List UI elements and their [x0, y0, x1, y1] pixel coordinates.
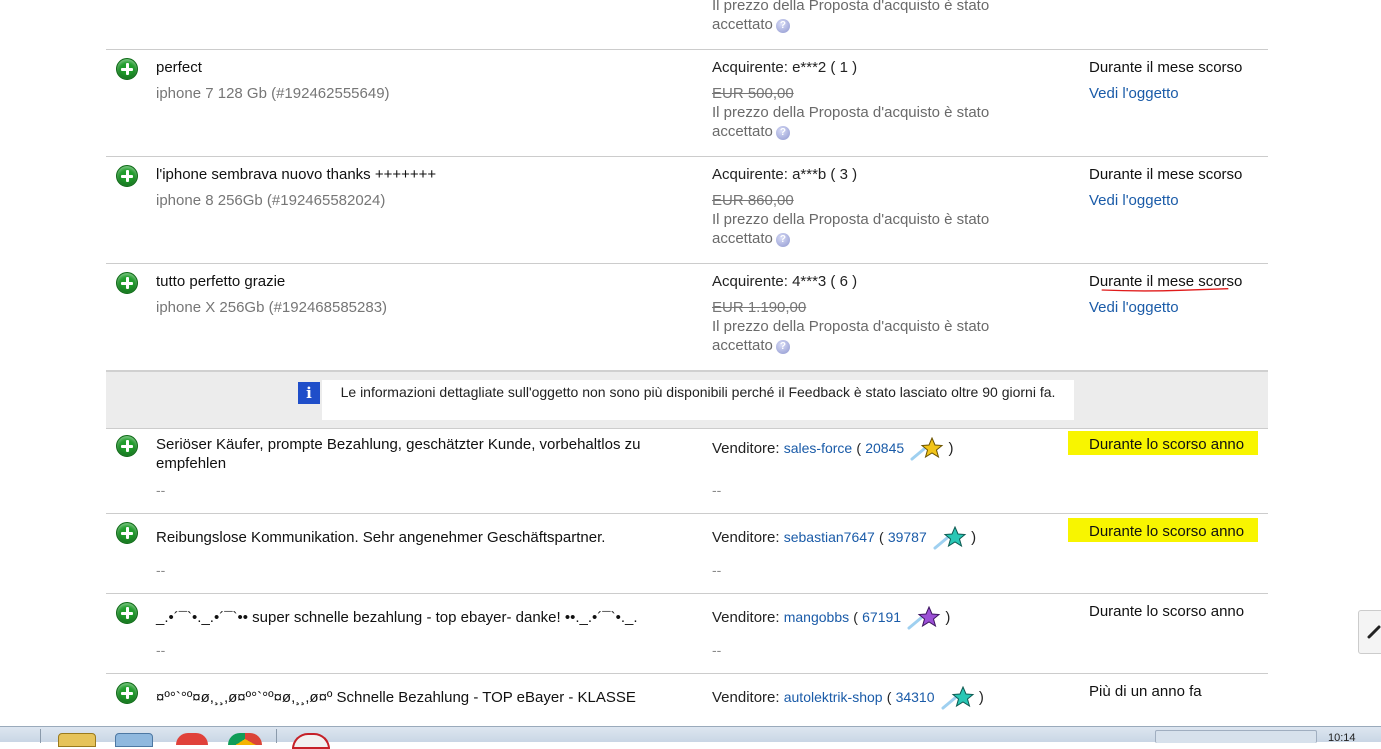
- feedback-time: Durante il mese scorso: [1089, 59, 1243, 76]
- positive-feedback-icon: [116, 435, 138, 457]
- seller-info: Venditore: sebastian7647 ( 39787 ): [712, 526, 1052, 550]
- buyer-info: Acquirente: e***2 ( 1 ): [712, 59, 858, 76]
- price-placeholder: --: [712, 562, 722, 578]
- feedback-time: Durante lo scorso anno: [1089, 603, 1245, 620]
- item-placeholder: --: [156, 562, 166, 578]
- seller-username-link[interactable]: sebastian7647: [784, 529, 875, 545]
- item-title: iphone 7 128 Gb (#192462555649): [156, 85, 390, 102]
- positive-feedback-icon: [116, 682, 138, 704]
- opera-icon[interactable]: [292, 733, 330, 749]
- feedback-row: perfect iphone 7 128 Gb (#192462555649) …: [106, 50, 1268, 157]
- turquoise-shooting-star-icon: [941, 686, 974, 710]
- positive-feedback-icon: [116, 58, 138, 80]
- folder-icon[interactable]: [115, 733, 153, 747]
- feedback-comment: _.•´¯`•._.•´¯`•• super schnelle bezahlun…: [156, 609, 638, 626]
- feedback-row: tutto perfetto grazie iphone X 256Gb (#1…: [106, 264, 1268, 370]
- info-message-box: Le informazioni dettagliate sull'oggetto…: [322, 380, 1074, 420]
- feedback-row: Seriöser Käufer, prompte Bezahlung, gesc…: [106, 427, 1268, 514]
- buyer-id: 4***3 ( 6 ): [792, 273, 858, 290]
- item-placeholder: --: [156, 642, 166, 658]
- item-price: EUR 860,00: [712, 192, 794, 209]
- help-icon[interactable]: ?: [775, 19, 790, 33]
- seller-info: Venditore: mangobbs ( 67191 ): [712, 606, 1052, 630]
- taskbar-clock: 10:14: [1328, 732, 1356, 744]
- positive-feedback-icon: [116, 602, 138, 624]
- item-price: EUR 500,00: [712, 85, 794, 102]
- chrome-icon[interactable]: [228, 733, 262, 745]
- offer-accepted-note: Il prezzo della Proposta d'acquisto è st…: [712, 318, 990, 354]
- feedback-time: Durante lo scorso anno: [1089, 523, 1245, 540]
- buyer-id: e***2 ( 1 ): [792, 59, 858, 76]
- feedback-score-link[interactable]: 20845: [865, 440, 904, 456]
- feedback-time: Durante il mese scorso: [1089, 166, 1243, 183]
- feedback-row-partial: Il prezzo della Proposta d'acquisto è st…: [106, 0, 1268, 50]
- feedback-score-link[interactable]: 67191: [862, 609, 901, 625]
- feedback-time: Più di un anno fa: [1089, 683, 1202, 700]
- view-item-link[interactable]: Vedi l'oggetto: [1089, 84, 1179, 103]
- price-placeholder: --: [712, 482, 722, 498]
- turquoise-shooting-star-icon: [933, 526, 967, 550]
- view-item-link[interactable]: Vedi l'oggetto: [1089, 298, 1179, 317]
- item-title: iphone X 256Gb (#192468585283): [156, 299, 388, 316]
- yellow-shooting-star-icon: [910, 437, 944, 461]
- offer-accepted-note: Il prezzo della Proposta d'acquisto è st…: [712, 104, 990, 140]
- seller-info: Venditore: autolektrik-shop ( 34310 ): [712, 686, 1052, 710]
- file-explorer-icon[interactable]: [58, 733, 96, 747]
- feedback-row: Reibungslose Kommunikation. Sehr angeneh…: [106, 514, 1268, 594]
- feedback-row: ¤º°`°º¤ø,¸¸,ø¤º°`°º¤ø,¸¸,ø¤º Schnelle Be…: [106, 674, 1268, 726]
- info-banner: i Le informazioni dettagliate sull'ogget…: [106, 370, 1268, 429]
- info-message: Le informazioni dettagliate sull'oggetto…: [340, 384, 1056, 400]
- feedback-row: l'iphone sembrava nuovo thanks +++++++ i…: [106, 157, 1268, 264]
- feedback-comment: tutto perfetto grazie: [156, 273, 286, 290]
- offer-accepted-note: Il prezzo della Proposta d'acquisto è st…: [712, 211, 990, 247]
- feedback-comment: l'iphone sembrava nuovo thanks +++++++: [156, 166, 437, 183]
- feedback-row: _.•´¯`•._.•´¯`•• super schnelle bezahlun…: [106, 594, 1268, 674]
- positive-feedback-icon: [116, 272, 138, 294]
- feedback-score-link[interactable]: 34310: [896, 689, 935, 705]
- seller-username-link[interactable]: mangobbs: [784, 609, 849, 625]
- feedback-time: Durante lo scorso anno: [1089, 436, 1245, 453]
- seller-info: Venditore: sales-force ( 20845 ): [712, 437, 1052, 461]
- positive-feedback-icon: [116, 165, 138, 187]
- feedback-comment: Seriöser Käufer, prompte Bezahlung, gesc…: [156, 436, 641, 472]
- purple-shooting-star-icon: [907, 606, 941, 630]
- help-icon[interactable]: ?: [775, 233, 790, 247]
- view-item-link[interactable]: Vedi l'oggetto: [1089, 191, 1179, 210]
- feedback-comment: perfect: [156, 59, 202, 76]
- item-placeholder: --: [156, 482, 166, 498]
- positive-feedback-icon: [116, 522, 138, 544]
- media-player-icon[interactable]: [176, 733, 208, 745]
- offer-accepted-note: Il prezzo della Proposta d'acquisto è st…: [712, 0, 990, 33]
- help-icon[interactable]: ?: [775, 340, 790, 354]
- feedback-comment: Reibungslose Kommunikation. Sehr angeneh…: [156, 529, 606, 546]
- side-feedback-button[interactable]: [1358, 610, 1381, 654]
- help-icon[interactable]: ?: [775, 126, 790, 140]
- buyer-info: Acquirente: 4***3 ( 6 ): [712, 273, 858, 290]
- windows-taskbar: 10:14: [0, 726, 1381, 749]
- red-underline-annotation: [1101, 288, 1229, 292]
- buyer-id: a***b ( 3 ): [792, 166, 858, 183]
- arrow-icon: [1367, 625, 1381, 639]
- feedback-score-link[interactable]: 39787: [888, 529, 927, 545]
- info-icon: i: [298, 382, 320, 404]
- price-placeholder: --: [712, 642, 722, 658]
- buyer-info: Acquirente: a***b ( 3 ): [712, 166, 858, 183]
- seller-username-link[interactable]: sales-force: [784, 440, 852, 456]
- item-price: EUR 1.190,00: [712, 299, 807, 316]
- feedback-comment: ¤º°`°º¤ø,¸¸,ø¤º°`°º¤ø,¸¸,ø¤º Schnelle Be…: [156, 689, 636, 706]
- item-title: iphone 8 256Gb (#192465582024): [156, 192, 386, 209]
- seller-username-link[interactable]: autolektrik-shop: [784, 689, 883, 705]
- system-tray: [1155, 730, 1317, 743]
